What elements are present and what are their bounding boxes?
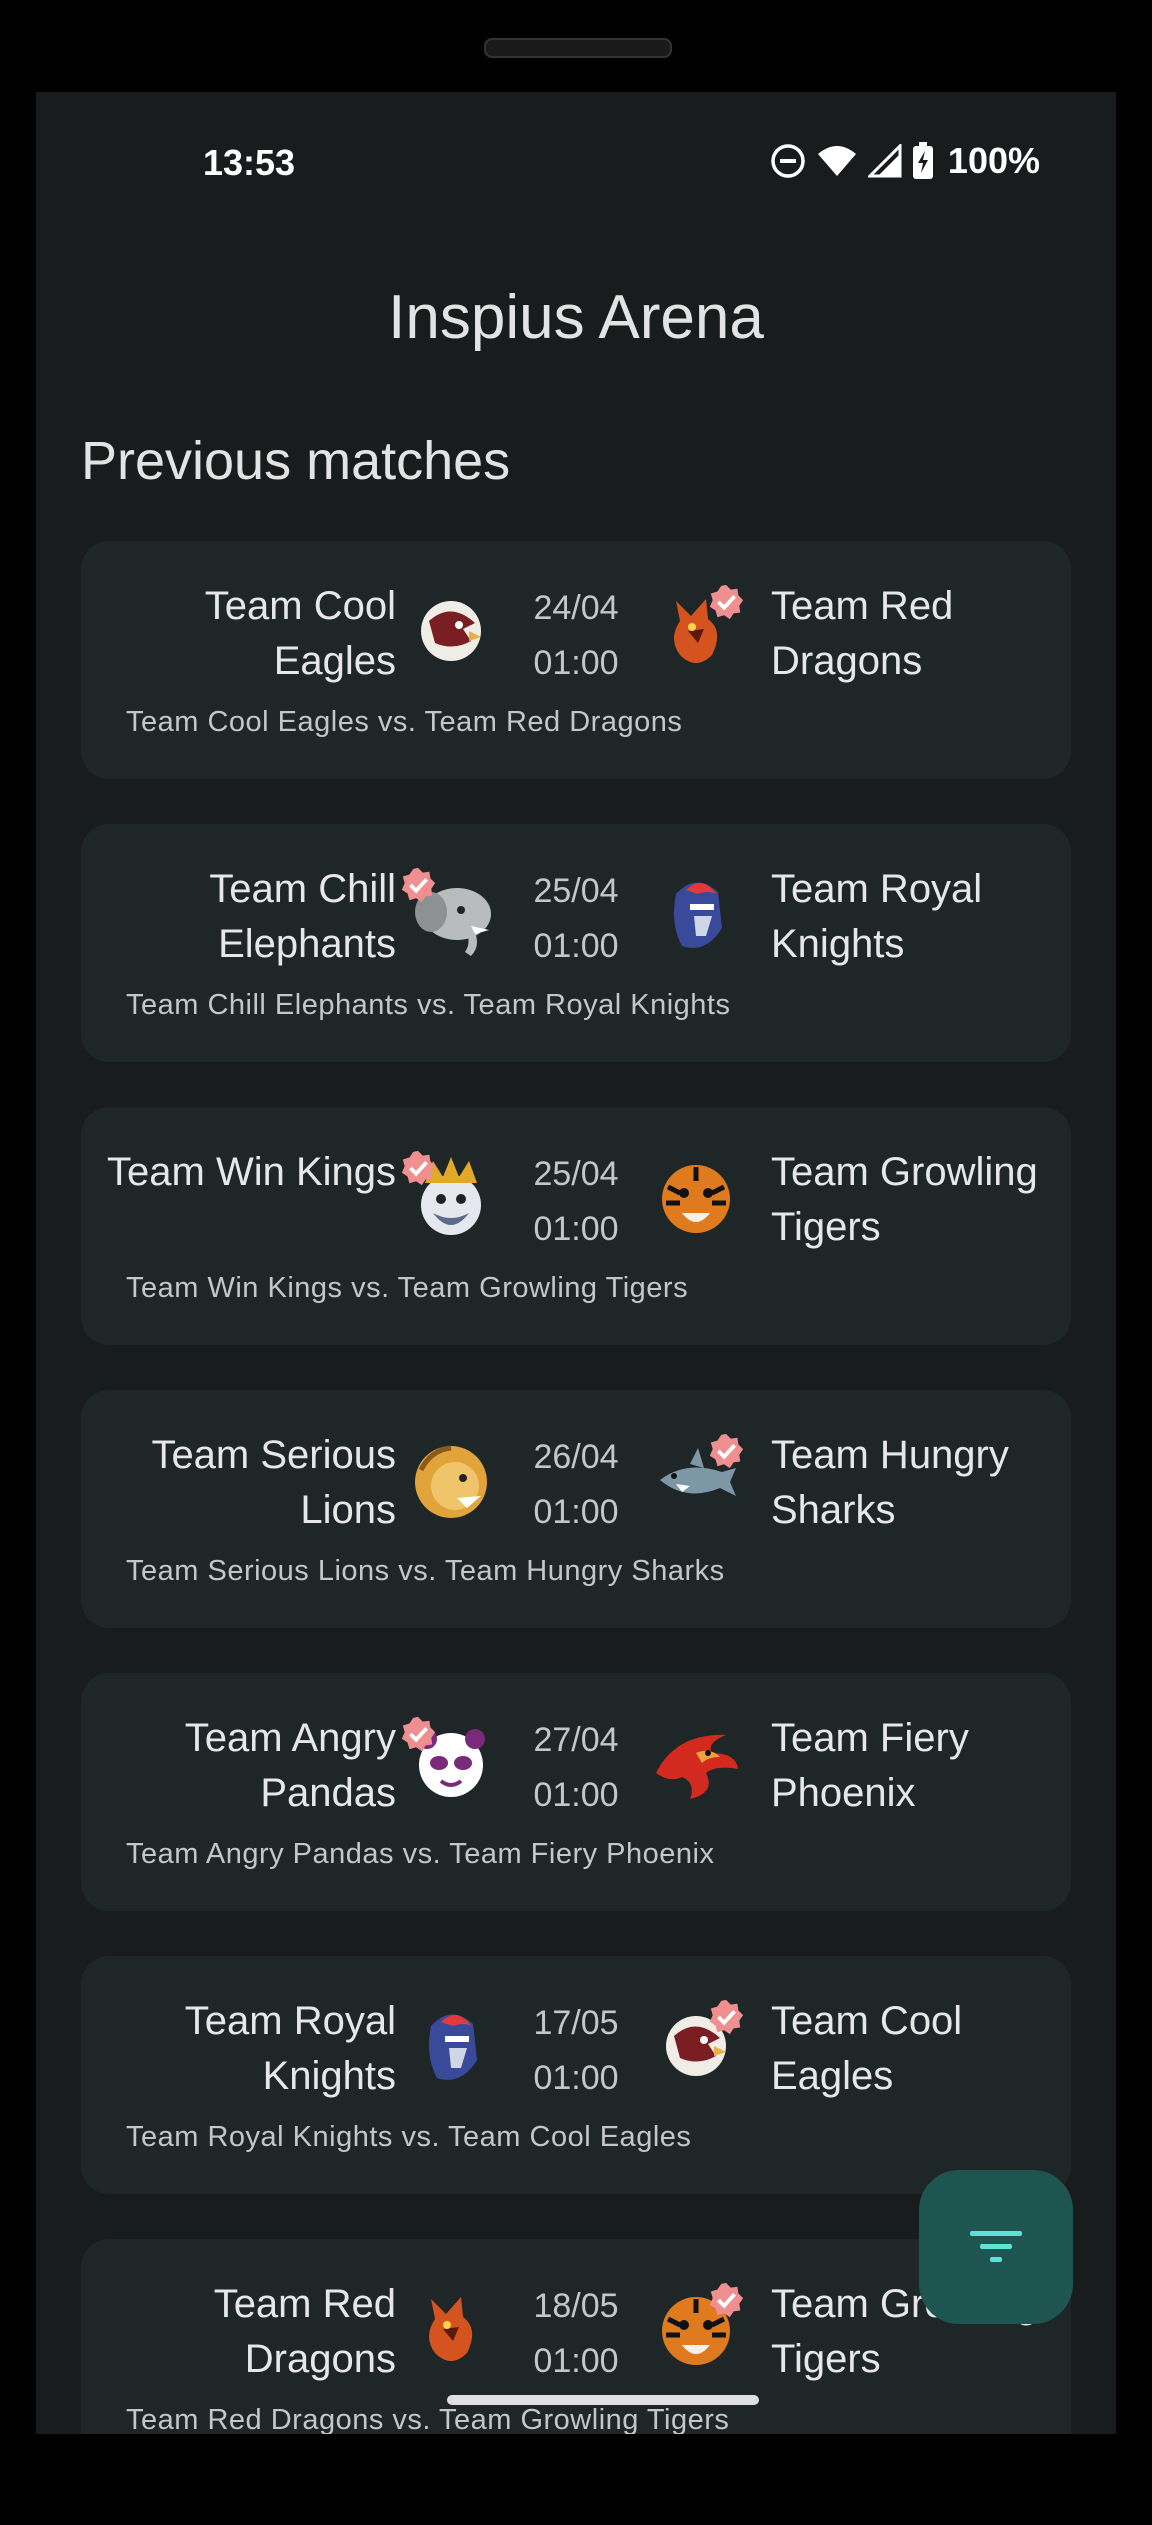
match-date: 25/04 — [533, 872, 619, 910]
match-card[interactable]: Team Cool Eagles 24/04 01:00 Team Red Drago… — [81, 541, 1071, 779]
match-date: 27/04 — [533, 1721, 619, 1759]
match-description: Team Chill Elephants vs. Team Royal Knig… — [126, 989, 731, 1021]
home-team-name: Team Red Dragons — [213, 2282, 396, 2381]
status-time: 13:53 — [203, 142, 296, 183]
match-time: 01:00 — [533, 1210, 619, 1248]
winner-check-icon — [707, 2281, 745, 2319]
knight-logo-icon — [646, 864, 746, 964]
gesture-home-bar[interactable] — [447, 2395, 759, 2405]
match-time: 01:00 — [533, 927, 619, 965]
match-description: Team Serious Lions vs. Team Hungry Shark… — [126, 1555, 725, 1587]
match-datetime: 25/04 01:00 — [501, 1147, 651, 1257]
match-time: 01:00 — [533, 1776, 619, 1814]
winner-check-icon — [707, 583, 745, 621]
winner-check-icon — [707, 1432, 745, 1470]
battery-percent: 100% — [947, 140, 1040, 181]
match-card[interactable]: Team Chill Elephants 25/04 01:00 Team Royal… — [81, 824, 1071, 1062]
match-time: 01:00 — [533, 2059, 619, 2097]
eagle-logo-icon — [401, 581, 501, 681]
device-speaker — [484, 38, 672, 58]
match-date: 25/04 — [533, 1155, 619, 1193]
match-date: 26/04 — [533, 1438, 619, 1476]
home-team-name: Team Royal Knights — [184, 1999, 396, 2098]
winner-check-icon — [399, 1715, 437, 1753]
match-time: 01:00 — [533, 2342, 619, 2380]
cell-signal-icon — [867, 144, 902, 178]
match-date: 18/05 — [533, 2287, 619, 2325]
wifi-icon — [817, 146, 856, 176]
tiger-logo-icon — [646, 1147, 746, 1247]
status-icons: 100% — [770, 140, 1040, 182]
match-datetime: 18/05 01:00 — [501, 2279, 651, 2389]
match-datetime: 27/04 01:00 — [501, 1713, 651, 1823]
status-bar: 13:53 100% — [36, 92, 1116, 232]
home-team-name: Team Angry Pandas — [184, 1716, 396, 1815]
lion-logo-icon — [401, 1430, 501, 1530]
match-time: 01:00 — [533, 644, 619, 682]
match-description: Team Royal Knights vs. Team Cool Eagles — [126, 2121, 692, 2153]
match-time: 01:00 — [533, 1493, 619, 1531]
home-team-name: Team Chill Elephants — [209, 867, 396, 966]
app-title: Inspius Arena — [388, 283, 764, 352]
do-not-disturb-icon — [771, 144, 805, 178]
knight-logo-icon — [401, 1996, 501, 2096]
battery-charging-icon — [912, 142, 933, 179]
section-title: Previous matches — [81, 431, 511, 491]
home-team-name: Team Cool Eagles — [204, 584, 396, 683]
match-description: Team Win Kings vs. Team Growling Tigers — [126, 1272, 689, 1304]
away-team-name: Team Hungry Sharks — [771, 1433, 1009, 1532]
home-team-name: Team Serious Lions — [151, 1433, 396, 1532]
match-card[interactable]: Team Serious Lions 26/04 01:00 Team Hungry … — [81, 1390, 1071, 1628]
dragon-logo-icon — [401, 2279, 501, 2379]
match-date: 24/04 — [533, 589, 619, 627]
winner-check-icon — [707, 1998, 745, 2036]
match-description: Team Red Dragons vs. Team Growling Tiger… — [126, 2404, 730, 2434]
match-card[interactable]: Team Angry Pandas 27/04 01:00 Team Fiery Ph… — [81, 1673, 1071, 1911]
winner-check-icon — [399, 1149, 437, 1187]
away-team-name: Team Cool Eagles — [771, 1999, 963, 2098]
match-datetime: 24/04 01:00 — [501, 581, 651, 691]
away-team-name: Team Royal Knights — [771, 867, 983, 966]
filter-icon — [970, 2231, 1022, 2262]
match-description: Team Cool Eagles vs. Team Red Dragons — [126, 706, 683, 738]
away-team-name: Team Red Dragons — [771, 584, 954, 683]
device-frame: 13:53 100% Inspius Arena Previous matche… — [0, 0, 1152, 2525]
home-team-name: Team Win Kings — [107, 1150, 396, 1194]
app-screen: 13:53 100% Inspius Arena Previous matche… — [36, 92, 1116, 2434]
match-datetime: 25/04 01:00 — [501, 864, 651, 974]
match-datetime: 17/05 01:00 — [501, 1996, 651, 2106]
away-team-name: Team Growling Tigers — [771, 1150, 1038, 1249]
winner-check-icon — [399, 866, 437, 904]
match-date: 17/05 — [533, 2004, 619, 2042]
match-card[interactable]: Team Royal Knights 17/05 01:00 Team Cool Ea… — [81, 1956, 1071, 2194]
match-datetime: 26/04 01:00 — [501, 1430, 651, 1540]
phoenix-logo-icon — [646, 1713, 746, 1813]
match-card[interactable]: Team Win Kings 25/04 01:00 Team Growling Ti… — [81, 1107, 1071, 1345]
filter-button[interactable] — [919, 2170, 1073, 2324]
away-team-name: Team Fiery Phoenix — [771, 1716, 969, 1815]
match-description: Team Angry Pandas vs. Team Fiery Phoenix — [126, 1838, 715, 1870]
